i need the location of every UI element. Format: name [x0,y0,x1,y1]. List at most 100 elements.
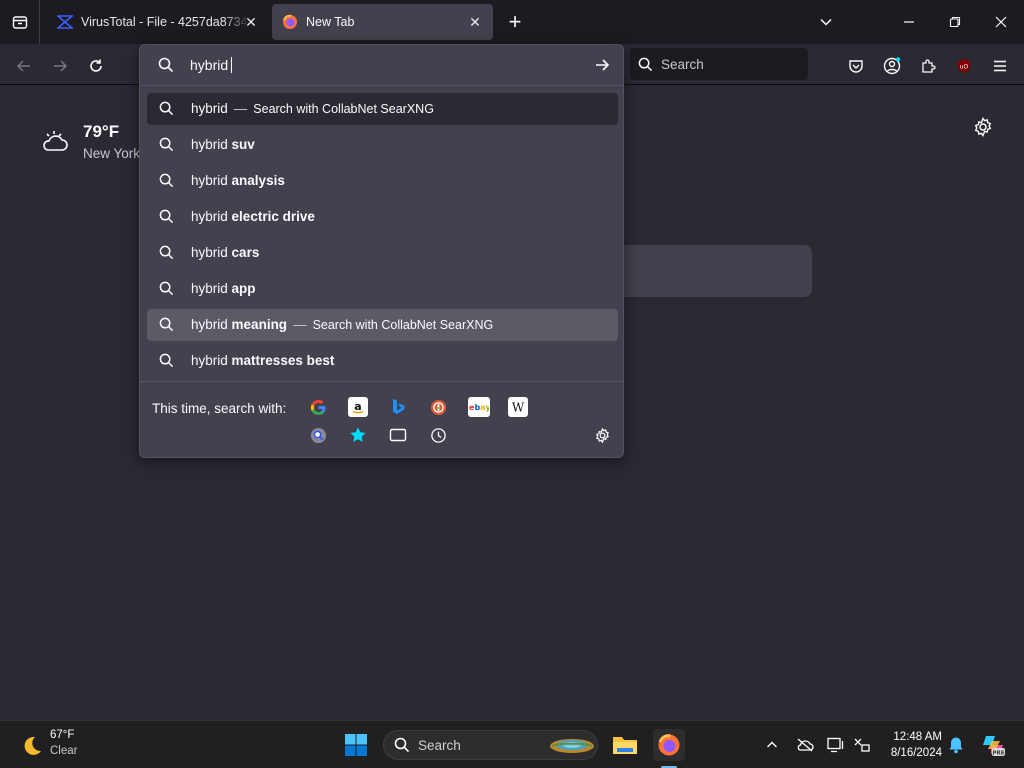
ebay-icon: ebay [469,403,489,412]
close-tab-icon[interactable]: ✕ [467,14,483,30]
go-arrow-icon[interactable] [594,57,610,73]
tab-virustotal[interactable]: VirusTotal - File - 4257da873400 ✕ [47,4,269,40]
network-tray-button[interactable] [852,735,872,755]
clock-date: 8/16/2024 [890,747,942,759]
suggestion-text: hybrid cars [191,245,259,260]
system-clock[interactable]: 12:48 AM 8/16/2024 [872,729,942,761]
virustotal-icon [57,15,73,29]
show-hidden-icons-button[interactable] [762,735,782,755]
history-source-button[interactable] [428,425,448,445]
divider [140,85,623,86]
reload-button[interactable] [82,52,110,80]
duckduckgo-engine-button[interactable] [428,397,448,417]
separator-dash: — [233,101,248,116]
personalize-button[interactable] [972,116,994,138]
pocket-icon [849,60,863,73]
gear-icon [974,117,992,137]
suggestion-text: hybrid meaning — Search with CollabNet Sea… [191,317,493,332]
back-button[interactable] [10,52,38,80]
firefox-taskbar-button[interactable] [653,729,685,761]
wikipedia-engine-button[interactable]: W [508,397,528,417]
search-suggestion[interactable]: hybrid app [147,273,618,305]
taskbar-weather-widget[interactable]: 67°F Clear [18,729,77,764]
typed-query: hybrid [190,57,229,73]
suggestion-completion: app [231,281,256,296]
close-window-button[interactable] [978,0,1024,44]
ublock-button[interactable]: uO [950,52,978,80]
new-tab-button[interactable]: + [503,9,527,34]
search-suggestion[interactable]: hybrid suv [147,129,618,161]
copilot-button[interactable]: PRE [980,732,1006,758]
search-suggestion[interactable]: hybrid — Search with CollabNet SearXNG [147,93,618,125]
search-icon [394,737,410,753]
list-all-tabs-button[interactable] [803,0,849,44]
start-button[interactable] [340,729,372,761]
google-engine-button[interactable] [308,397,328,417]
monitor-icon [827,737,844,753]
cloud-offline-icon [797,738,814,752]
weather-location: New York [83,146,141,161]
search-settings-button[interactable] [592,425,612,445]
file-explorer-button[interactable] [609,729,641,761]
tab-strip: VirusTotal - File - 4257da873400 ✕ New T… [0,0,1024,44]
restore-icon [949,16,961,28]
taskbar-weather-condition: Clear [50,745,78,757]
urlbar-input[interactable]: hybrid [140,45,623,85]
suggestion-prefix: hybrid [191,173,228,188]
suggestion-completion: cars [231,245,260,260]
taskbar-search-label: Search [418,738,461,753]
account-button[interactable] [878,52,906,80]
svg-text:a: a [354,400,361,413]
ublock-origin-icon: uO [958,59,970,73]
forward-button[interactable] [46,52,74,80]
search-bar-placeholder: Search [661,56,704,72]
search-icon [159,209,174,224]
taskbar-weather-temp: 67°F [50,729,75,741]
search-suggestion[interactable]: hybrid electric drive [147,201,618,233]
suggestion-text: hybrid — Search with CollabNet SearXNG [191,101,434,116]
search-suggestion[interactable]: hybrid mattresses best [147,345,618,377]
text-caret [231,57,233,73]
ebay-engine-button[interactable]: ebay [468,397,490,417]
searxng-engine-button[interactable] [308,425,328,445]
suggestion-prefix: hybrid [191,209,228,224]
puzzle-icon [922,59,936,73]
suggestion-action: Search with CollabNet SearXNG [253,102,434,116]
urlbar-typed-text[interactable]: hybrid [190,57,233,73]
firefox-icon [658,734,680,756]
close-tab-icon[interactable]: ✕ [243,14,259,30]
amazon-icon: a [352,400,364,414]
google-icon [310,399,326,415]
clock-time: 12:48 AM [893,731,942,743]
display-tray-button[interactable] [826,735,846,755]
taskbar-search-box[interactable]: Search [383,730,598,760]
search-suggestion[interactable]: hybrid meaning — Search with CollabNet Sea… [147,309,618,341]
tab-list-button[interactable] [0,0,40,44]
amazon-engine-button[interactable]: a [348,397,368,417]
search-bar[interactable]: Search [630,48,808,80]
moon-icon [24,736,41,755]
search-suggestion[interactable]: hybrid analysis [147,165,618,197]
duckduckgo-icon [430,399,446,415]
search-icon [159,317,174,332]
onedrive-tray-button[interactable] [795,735,815,755]
bing-engine-button[interactable] [388,397,408,417]
tab-new-tab[interactable]: New Tab ✕ [272,4,493,40]
suggestion-prefix: hybrid [191,245,228,260]
extensions-button[interactable] [914,52,942,80]
search-suggestion[interactable]: hybrid cars [147,237,618,269]
tabs-source-button[interactable] [388,425,408,445]
bing-icon [393,399,405,414]
svg-text:ebay: ebay [469,403,489,412]
bookmarks-source-button[interactable] [348,425,368,445]
minimize-button[interactable] [886,0,932,44]
app-menu-button[interactable] [986,52,1014,80]
suggestion-prefix: hybrid [191,353,228,368]
pocket-button[interactable] [842,52,870,80]
notifications-button[interactable] [946,735,966,755]
weather-temperature: 79°F [83,122,120,141]
one-off-search-label: This time, search with: [152,401,287,416]
weather-widget[interactable]: 79°F New York [40,122,140,161]
page-search-box[interactable] [612,245,812,297]
restore-button[interactable] [932,0,978,44]
